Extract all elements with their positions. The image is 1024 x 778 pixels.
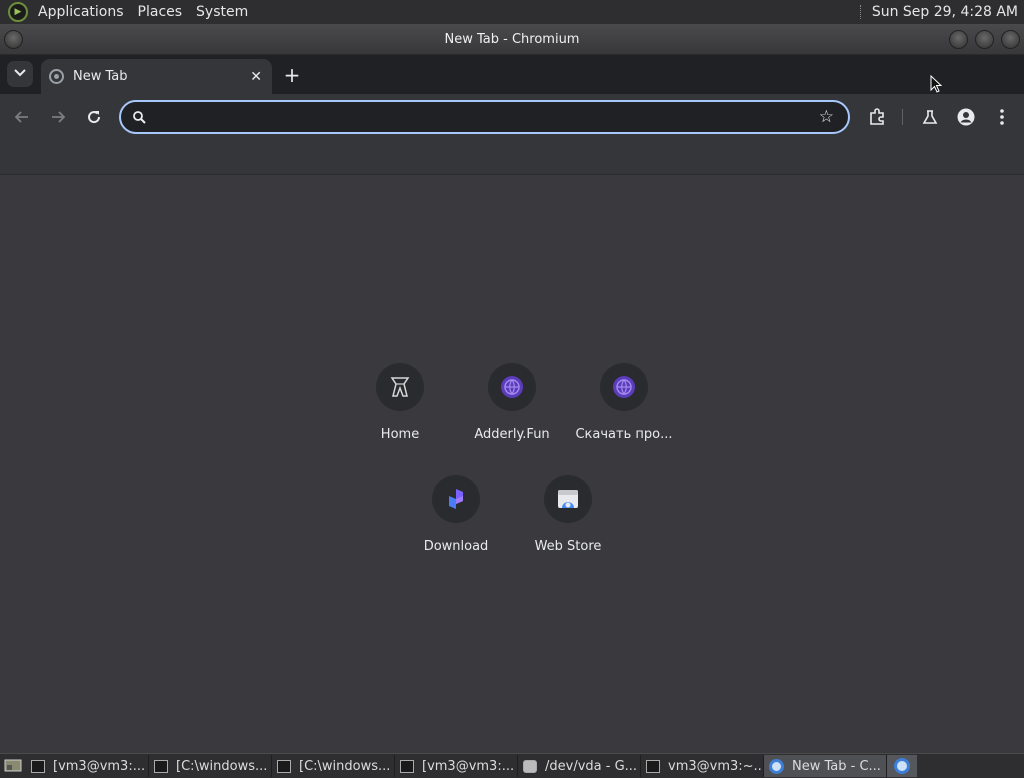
arrow-right-icon <box>52 111 66 123</box>
bookmark-star-icon[interactable]: ☆ <box>819 107 834 127</box>
menu-button[interactable] <box>990 105 1014 129</box>
tab-search-button[interactable] <box>7 61 33 87</box>
terminal-icon <box>277 759 291 773</box>
arrow-left-icon <box>14 111 28 123</box>
shortcut-skachat[interactable]: Скачать про... <box>568 353 680 453</box>
shortcut-label: Web Store <box>534 539 602 554</box>
shortcut-download[interactable]: Download <box>400 465 512 565</box>
disk-icon <box>523 759 537 773</box>
taskbar-item-chromium[interactable]: New Tab - C... <box>764 755 887 777</box>
desktop-icon <box>4 759 22 772</box>
terminal-icon <box>31 759 45 773</box>
show-desktop-button[interactable] <box>0 754 26 778</box>
panel-separator <box>859 5 862 19</box>
plus-icon: + <box>283 63 301 87</box>
desktop-screen: ▶ Applications Places System Sun Sep 29,… <box>0 0 1024 778</box>
avatar-icon <box>957 108 975 126</box>
chevron-down-icon <box>14 68 26 80</box>
tab-label: New Tab <box>73 69 128 84</box>
minimize-button[interactable] <box>949 30 968 49</box>
taskbar-item-label: New Tab - C... <box>792 758 881 774</box>
tab-new-tab[interactable]: New Tab ✕ <box>41 59 272 94</box>
labs-button[interactable] <box>918 105 942 129</box>
address-input[interactable] <box>155 109 819 125</box>
shortcut-label: Скачать про... <box>575 427 673 442</box>
close-tab-icon[interactable]: ✕ <box>250 69 262 85</box>
castle-icon <box>376 363 424 411</box>
shortcut-web-store[interactable]: Web Store <box>512 465 624 565</box>
taskbar-item-terminal-2[interactable]: [vm3@vm3:... <box>395 755 518 777</box>
globe-icon <box>49 69 64 84</box>
terminal-icon <box>400 759 414 773</box>
web-store-icon <box>544 475 592 523</box>
bookmark-bar <box>0 140 1024 175</box>
applications-menu[interactable]: Applications <box>31 0 131 24</box>
shortcut-label: Download <box>423 539 489 554</box>
tab-strip: New Tab ✕ + <box>0 55 1024 94</box>
taskbar-item-gparted[interactable]: /dev/vda - G... <box>518 755 641 777</box>
taskbar-item-label: [vm3@vm3:... <box>53 758 146 774</box>
taskbar: [vm3@vm3:... [C:\windows... [C:\windows.… <box>0 753 1024 778</box>
window-title: New Tab - Chromium <box>444 31 580 47</box>
top-panel: ▶ Applications Places System Sun Sep 29,… <box>0 0 1024 24</box>
taskbar-item-label: /dev/vda - G... <box>545 758 638 774</box>
tray-chromium-launcher[interactable] <box>887 755 917 777</box>
taskbar-item-label: [C:\windows... <box>299 758 391 774</box>
shortcut-label: Adderly.Fun <box>474 427 550 442</box>
reload-icon <box>88 111 101 124</box>
address-bar[interactable]: ☆ <box>119 100 850 134</box>
clock[interactable]: Sun Sep 29, 4:28 AM <box>872 4 1018 20</box>
new-tab-page: Home Adderly.Fun Скачать про... Download <box>0 175 1024 753</box>
download-site-icon <box>432 475 480 523</box>
taskbar-item-windows-cmd-2[interactable]: [C:\windows... <box>272 755 395 777</box>
chromium-icon <box>769 758 784 774</box>
terminal-icon <box>646 759 660 773</box>
chromium-icon <box>894 758 910 774</box>
close-window-button[interactable] <box>1001 30 1020 49</box>
toolbar-divider <box>902 109 903 125</box>
taskbar-item-terminal-1[interactable]: [vm3@vm3:... <box>26 755 149 777</box>
reload-button[interactable] <box>82 105 106 129</box>
browser-toolbar: ☆ <box>0 94 1024 140</box>
flask-icon <box>922 110 938 124</box>
purple-globe-icon <box>488 363 536 411</box>
taskbar-item-windows-cmd-1[interactable]: [C:\windows... <box>149 755 272 777</box>
forward-button[interactable] <box>46 105 70 129</box>
taskbar-item-label: [vm3@vm3:... <box>422 758 515 774</box>
profile-button[interactable] <box>954 105 978 129</box>
taskbar-item-label: vm3@vm3:~... <box>668 758 764 774</box>
more-vertical-icon <box>1000 109 1004 125</box>
shortcut-home[interactable]: Home <box>344 353 456 453</box>
terminal-icon <box>154 759 168 773</box>
search-icon <box>131 109 147 125</box>
system-menu[interactable]: System <box>189 0 255 24</box>
taskbar-item-terminal-3[interactable]: vm3@vm3:~... <box>641 755 764 777</box>
new-tab-button[interactable]: + <box>280 63 304 87</box>
panel-right: Sun Sep 29, 4:28 AM <box>859 4 1024 20</box>
places-menu[interactable]: Places <box>131 0 190 24</box>
window-menu-button[interactable] <box>4 30 23 49</box>
maximize-button[interactable] <box>975 30 994 49</box>
purple-globe-icon <box>600 363 648 411</box>
shortcut-adderly-fun[interactable]: Adderly.Fun <box>456 353 568 453</box>
shortcut-label: Home <box>380 427 420 442</box>
puzzle-icon <box>870 108 884 125</box>
back-button[interactable] <box>10 105 34 129</box>
distro-logo-icon[interactable]: ▶ <box>8 2 28 22</box>
window-titlebar[interactable]: New Tab - Chromium <box>0 24 1024 55</box>
extensions-button[interactable] <box>865 105 889 129</box>
mouse-cursor-icon <box>930 75 942 93</box>
taskbar-item-label: [C:\windows... <box>176 758 268 774</box>
